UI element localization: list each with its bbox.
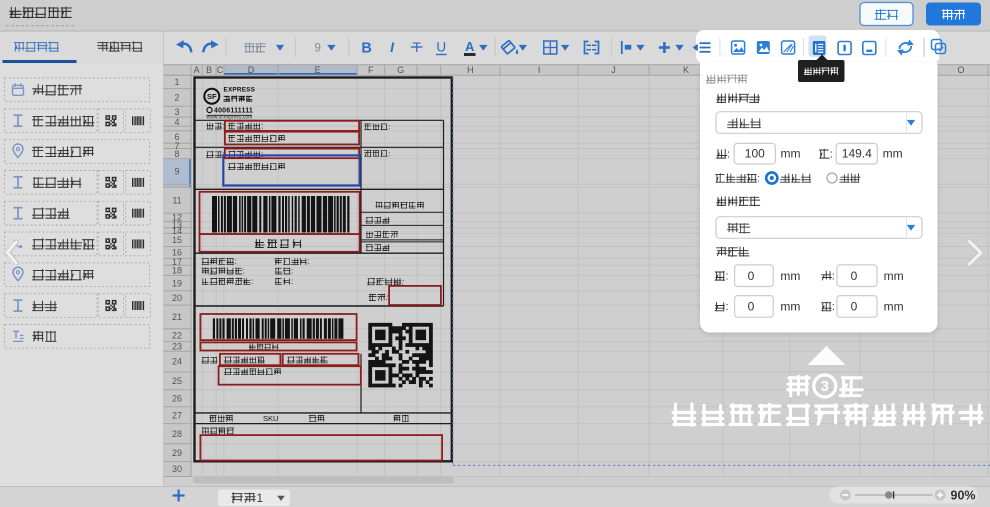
svg-text::: : — [291, 277, 293, 286]
svg-text:11: 11 — [172, 196, 181, 206]
svg-text:O: O — [957, 65, 964, 75]
svg-text:9: 9 — [314, 43, 320, 55]
svg-text:B: B — [361, 41, 371, 57]
svg-text:J: J — [611, 65, 616, 75]
svg-text:20: 20 — [172, 293, 182, 303]
svg-text:0: 0 — [748, 269, 755, 283]
svg-text:22: 22 — [172, 330, 182, 340]
svg-text:24: 24 — [172, 357, 182, 367]
svg-text:28: 28 — [172, 429, 182, 439]
svg-text:I: I — [538, 65, 541, 75]
svg-text::: : — [243, 267, 245, 276]
svg-text::: : — [726, 301, 729, 313]
svg-text:SF: SF — [207, 92, 217, 101]
svg-text::: : — [402, 277, 404, 286]
svg-text:3: 3 — [174, 107, 179, 117]
svg-text:F: F — [368, 65, 374, 75]
svg-text::: : — [251, 277, 253, 286]
svg-text:2: 2 — [174, 93, 179, 103]
svg-text:149.4: 149.4 — [842, 147, 872, 161]
svg-text:www.sf-express.com: www.sf-express.com — [207, 114, 253, 120]
svg-text:A: A — [194, 65, 200, 75]
svg-text:E: E — [315, 65, 321, 75]
svg-text:8: 8 — [174, 149, 179, 159]
svg-text:27: 27 — [172, 410, 182, 420]
svg-text::: : — [261, 122, 263, 131]
svg-text:SKU: SKU — [263, 414, 278, 423]
svg-text:mm: mm — [884, 269, 904, 283]
svg-text:1: 1 — [174, 77, 179, 87]
svg-text::: : — [830, 148, 833, 160]
svg-text:4: 4 — [174, 117, 179, 127]
svg-text:21: 21 — [172, 312, 182, 322]
svg-text:3: 3 — [821, 379, 829, 395]
svg-text:18: 18 — [172, 266, 182, 276]
svg-text:15: 15 — [172, 235, 182, 245]
svg-text:H: H — [467, 65, 474, 75]
svg-text:26: 26 — [172, 394, 182, 404]
svg-text:C: C — [217, 65, 224, 75]
svg-text:mm: mm — [884, 300, 904, 314]
svg-text::: : — [832, 301, 835, 313]
svg-text::: : — [727, 148, 730, 160]
svg-text:A: A — [465, 39, 475, 54]
svg-text:1: 1 — [256, 491, 263, 505]
svg-text:100: 100 — [745, 147, 765, 161]
svg-text::: : — [291, 267, 293, 276]
svg-text:30: 30 — [172, 464, 182, 474]
svg-text:U: U — [436, 40, 446, 55]
svg-text::: : — [757, 173, 760, 185]
svg-text::: : — [388, 149, 390, 158]
svg-text:23: 23 — [172, 342, 182, 352]
svg-text:mm: mm — [780, 300, 800, 314]
svg-text:0: 0 — [851, 300, 858, 314]
svg-text:B: B — [206, 65, 212, 75]
svg-text::: : — [235, 257, 237, 266]
svg-text:G: G — [397, 65, 404, 75]
svg-text::: : — [308, 257, 310, 266]
svg-text::: : — [386, 293, 388, 302]
svg-text:mm: mm — [780, 269, 800, 283]
svg-text:90%: 90% — [951, 489, 976, 503]
svg-text:25: 25 — [172, 376, 182, 386]
svg-text:9: 9 — [174, 167, 179, 177]
svg-text:EXPRESS: EXPRESS — [224, 87, 256, 94]
svg-text:K: K — [683, 65, 689, 75]
svg-text:29: 29 — [172, 448, 182, 458]
svg-text:0: 0 — [748, 300, 755, 314]
svg-text::: : — [832, 270, 835, 282]
svg-text::: : — [726, 270, 729, 282]
svg-text:mm: mm — [781, 147, 801, 161]
svg-text:mm: mm — [883, 147, 903, 161]
svg-text:D: D — [248, 65, 255, 75]
svg-text::: : — [388, 122, 390, 131]
svg-text:19: 19 — [172, 278, 182, 288]
svg-text:0: 0 — [851, 269, 858, 283]
